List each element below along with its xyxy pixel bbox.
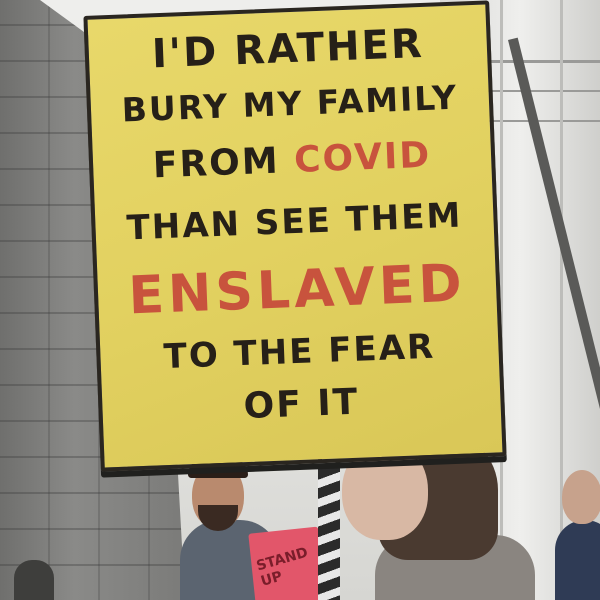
sign-line-5: ENSLAVED <box>127 253 467 327</box>
sign-line-3: FROM COVID <box>92 132 491 188</box>
right-person-head <box>562 470 600 524</box>
sign-word-covid: COVID <box>293 134 433 181</box>
sign-line-4: THAN SEE THEM <box>125 195 463 249</box>
sign-line-2: BURY MY FAMILY <box>121 77 459 130</box>
sign-line-3-from: FROM <box>152 139 295 187</box>
sign-line-1: I'D RATHER <box>151 20 425 78</box>
protest-photo: STAND UP I'D RATHER BURY MY FAMILY FROM … <box>0 0 600 600</box>
small-pink-sign: STAND UP <box>248 526 326 600</box>
right-person-body <box>555 520 600 600</box>
protest-sign: I'D RATHER BURY MY FAMILY FROM COVID THA… <box>83 0 507 472</box>
building-column <box>560 0 563 600</box>
sign-line-6: TO THE FEAR <box>162 326 436 378</box>
tower-window <box>14 560 54 600</box>
sign-line-7: OF IT <box>242 381 361 428</box>
sign-stick <box>318 450 340 600</box>
small-sign-text: STAND UP <box>254 544 310 590</box>
